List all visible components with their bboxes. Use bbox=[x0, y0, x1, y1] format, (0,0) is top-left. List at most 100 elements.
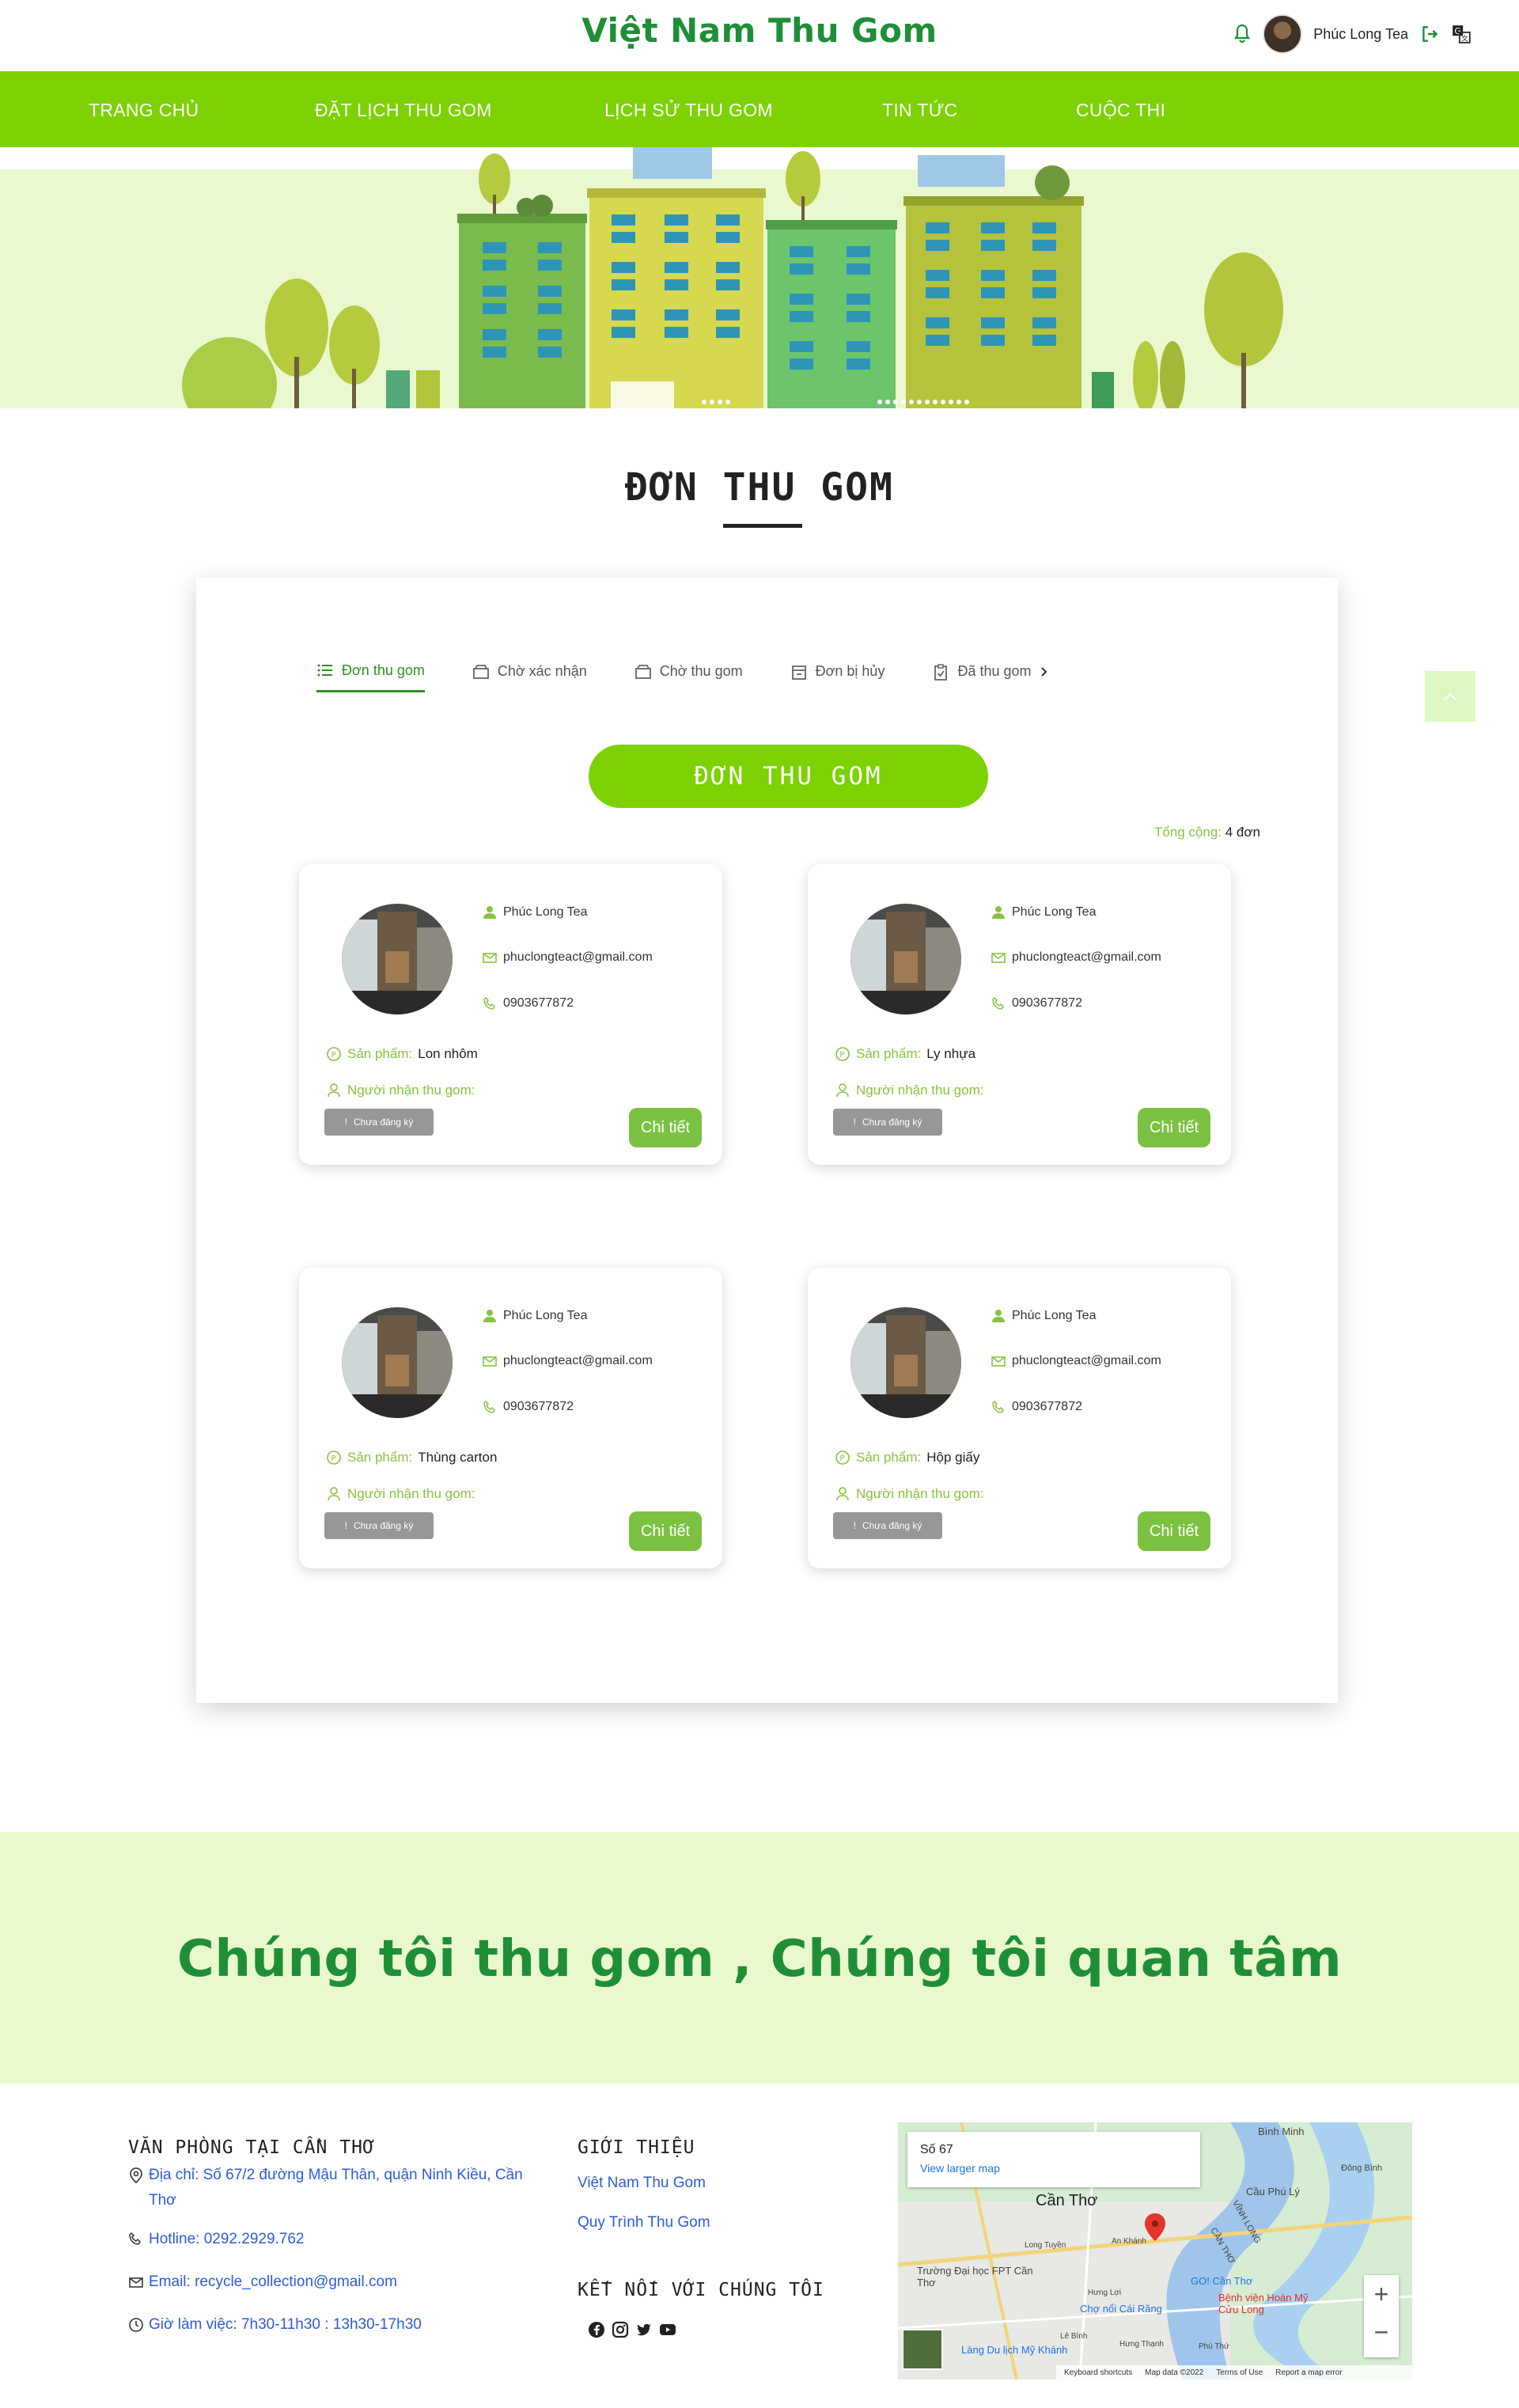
orders-heading-button[interactable]: ĐƠN THU GOM bbox=[589, 745, 988, 808]
report-error-link[interactable]: Report a map error bbox=[1275, 2368, 1342, 2377]
store-photo bbox=[850, 1307, 961, 1418]
tab-all-orders[interactable]: Đơn thu gom bbox=[316, 662, 425, 692]
hours-row: Giờ làm việc: 7h30-11h30 : 13h30-17h30 bbox=[128, 2312, 422, 2338]
map-label: Cầu Phú Lý bbox=[1246, 2186, 1300, 2198]
detail-button[interactable]: Chi tiết bbox=[1138, 1108, 1210, 1147]
status-text: Chưa đăng ký bbox=[353, 1117, 414, 1128]
translate-icon[interactable]: G 文 bbox=[1451, 24, 1472, 44]
product-row: P Sản phẩm: Hộp giấy bbox=[835, 1450, 979, 1466]
tab-collected[interactable]: Đã thu gom bbox=[932, 662, 1048, 692]
map-label: An Khánh bbox=[1112, 2237, 1146, 2246]
user-icon bbox=[992, 906, 1005, 919]
clipboard-check-icon bbox=[934, 663, 948, 681]
mail-icon bbox=[129, 2277, 143, 2288]
user-area: Phúc Long Tea G 文 bbox=[1233, 14, 1472, 54]
user-icon bbox=[483, 906, 496, 919]
product-row: P Sản phẩm: Lon nhôm bbox=[326, 1046, 478, 1062]
about-link[interactable]: Việt Nam Thu Gom bbox=[578, 2171, 706, 2196]
status-badge: ! Chưa đăng ký bbox=[324, 1109, 434, 1136]
tab-label: Chờ xác nhận bbox=[497, 663, 587, 679]
mail-icon bbox=[483, 1356, 497, 1367]
location-pin-icon bbox=[130, 2167, 142, 2183]
google-map[interactable]: Số 67 View larger map Bình Minh Cần Thơ … bbox=[898, 2122, 1412, 2380]
scroll-to-top-button[interactable] bbox=[1425, 671, 1475, 722]
receiver-row: Người nhận thu gom: bbox=[326, 1083, 475, 1098]
phone-row: 0903677872 bbox=[991, 996, 1082, 1011]
store-name-row: Phúc Long Tea bbox=[483, 1309, 587, 1323]
phone-row: 0903677872 bbox=[991, 1400, 1082, 1414]
person-icon bbox=[328, 1083, 340, 1098]
tab-label: Chờ thu gom bbox=[659, 663, 743, 679]
map-place-name: Số 67 bbox=[920, 2143, 953, 2156]
keyboard-shortcuts-link[interactable]: Keyboard shortcuts bbox=[1064, 2368, 1132, 2377]
detail-button[interactable]: Chi tiết bbox=[1138, 1511, 1210, 1551]
phone-icon bbox=[129, 2232, 141, 2245]
logout-icon[interactable] bbox=[1419, 24, 1440, 44]
store-name-row: Phúc Long Tea bbox=[991, 1309, 1096, 1323]
instagram-icon[interactable] bbox=[612, 2321, 629, 2338]
status-badge: ! Chưa đăng ký bbox=[324, 1512, 434, 1539]
avatar[interactable] bbox=[1263, 14, 1303, 54]
product-row: P Sản phẩm: Ly nhựa bbox=[835, 1046, 975, 1062]
title-underline bbox=[723, 524, 802, 528]
hotline-text: Hotline: 0292.2929.762 bbox=[149, 2231, 305, 2247]
exclamation-icon: ! bbox=[344, 1520, 347, 1531]
bell-icon[interactable] bbox=[1233, 23, 1252, 45]
office-heading: VĂN PHÒNG TẠI CẦN THƠ bbox=[128, 2137, 375, 2158]
map-label: Làng Du lịch Mỹ Khánh bbox=[961, 2344, 1068, 2356]
map-label: Bệnh viện Hoàn Mỹ Cửu Long bbox=[1218, 2292, 1309, 2315]
facebook-icon[interactable] bbox=[588, 2321, 605, 2338]
nav-item-contest[interactable]: CUỘC THI bbox=[1076, 100, 1165, 121]
order-total: Tổng cộng: 4 đơn bbox=[1154, 825, 1260, 840]
tab-pending-confirm[interactable]: Chờ xác nhận bbox=[472, 662, 587, 692]
map-label: Bình Minh bbox=[1258, 2125, 1305, 2137]
map-label: Trường Đại học FPT Cần Thơ bbox=[917, 2265, 1033, 2289]
order-card: Phúc Long Tea phuclongteact@gmail.com 09… bbox=[299, 864, 722, 1165]
twitter-icon[interactable] bbox=[635, 2321, 653, 2338]
product-label: Sản phẩm: bbox=[856, 1450, 922, 1465]
tab-cancelled[interactable]: Đơn bị hủy bbox=[790, 662, 885, 692]
status-text: Chưa đăng ký bbox=[862, 1520, 922, 1531]
address-link[interactable]: Địa chỉ: Số 67/2 đường Mậu Thân, quận Ni… bbox=[128, 2163, 524, 2213]
nav-item-news[interactable]: TIN TỨC bbox=[882, 100, 957, 121]
total-label: Tổng cộng: bbox=[1153, 825, 1222, 840]
product-icon: P bbox=[327, 1047, 341, 1061]
youtube-icon[interactable] bbox=[659, 2321, 676, 2338]
chevron-right-icon[interactable] bbox=[1040, 666, 1049, 677]
view-larger-map-link[interactable]: View larger map bbox=[920, 2162, 1000, 2175]
map-label: Cần Thơ bbox=[1036, 2192, 1098, 2209]
person-icon bbox=[328, 1487, 340, 1501]
map-data-text: Map data ©2022 bbox=[1145, 2368, 1204, 2377]
nav-item-history[interactable]: LỊCH SỬ THU GOM bbox=[604, 100, 773, 121]
tab-pending-collect[interactable]: Chờ thu gom bbox=[634, 662, 743, 692]
zoom-out-button[interactable]: − bbox=[1364, 2318, 1399, 2347]
store-name-row: Phúc Long Tea bbox=[483, 905, 587, 920]
nav-item-schedule[interactable]: ĐẶT LỊCH THU GOM bbox=[315, 100, 492, 121]
product-icon: P bbox=[835, 1450, 850, 1465]
main-nav: TRANG CHỦ ĐẶT LỊCH THU GOM LỊCH SỬ THU G… bbox=[0, 71, 1519, 147]
order-tabs: Đơn thu gom Chờ xác nhận Chờ thu gom Đơn… bbox=[316, 662, 1049, 692]
detail-button[interactable]: Chi tiết bbox=[629, 1511, 702, 1551]
hotline-link[interactable]: Hotline: 0292.2929.762 bbox=[128, 2227, 305, 2252]
product-label: Sản phẩm: bbox=[347, 1450, 413, 1465]
email-link[interactable]: Email: recycle_collection@gmail.com bbox=[128, 2270, 397, 2295]
receiver-row: Người nhận thu gom: bbox=[835, 1486, 983, 1502]
store-photo bbox=[342, 904, 453, 1014]
store-photo bbox=[850, 904, 961, 1014]
process-link[interactable]: Quy Trình Thu Gom bbox=[578, 2210, 710, 2235]
list-icon bbox=[317, 664, 332, 677]
nav-item-home[interactable]: TRANG CHỦ bbox=[89, 100, 199, 121]
receiver-label: Người nhận thu gom: bbox=[856, 1083, 984, 1098]
product-label: Sản phẩm: bbox=[347, 1046, 413, 1061]
user-name[interactable]: Phúc Long Tea bbox=[1313, 26, 1408, 43]
svg-text:P: P bbox=[331, 1454, 336, 1463]
terms-link[interactable]: Terms of Use bbox=[1216, 2368, 1263, 2377]
store-name: Phúc Long Tea bbox=[503, 905, 588, 919]
detail-button[interactable]: Chi tiết bbox=[629, 1108, 702, 1147]
email-row: phuclongteact@gmail.com bbox=[991, 950, 1161, 965]
product-icon: P bbox=[327, 1450, 341, 1465]
map-label: Hưng Lợi bbox=[1088, 2289, 1122, 2297]
orders-panel: Đơn thu gom Chờ xác nhận Chờ thu gom Đơn… bbox=[196, 578, 1338, 1703]
zoom-in-button[interactable]: + bbox=[1364, 2280, 1399, 2309]
box-icon bbox=[472, 664, 489, 679]
